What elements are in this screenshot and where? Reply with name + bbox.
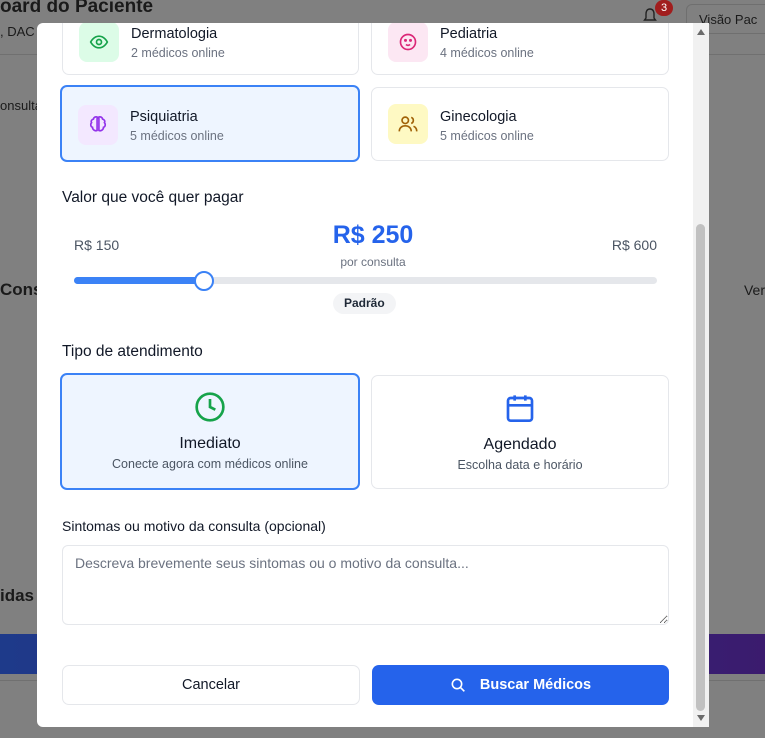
attendance-option-title: Agendado xyxy=(483,436,557,453)
price-slider-fill xyxy=(74,277,204,284)
brain-icon xyxy=(78,105,118,145)
scrollbar-thumb[interactable] xyxy=(696,224,705,711)
attendance-option-immediate[interactable]: Imediato Conecte agora com médicos onlin… xyxy=(60,373,360,490)
specialty-status: 2 médicos online xyxy=(131,46,225,60)
attendance-option-scheduled[interactable]: Agendado Escolha data e horário xyxy=(371,375,669,489)
page-title: oard do Paciente xyxy=(0,0,154,17)
attendance-option-title: Imediato xyxy=(179,435,241,452)
search-icon xyxy=(451,678,465,692)
symptoms-label: Sintomas ou motivo da consulta (opcional… xyxy=(62,518,326,534)
clock-icon xyxy=(62,391,358,423)
calendar-icon xyxy=(372,392,668,424)
attendance-option-desc: Escolha data e horário xyxy=(457,458,583,472)
eye-icon xyxy=(79,23,119,62)
price-value: R$ 250 xyxy=(332,221,414,249)
search-button-label: Buscar Médicos xyxy=(479,677,592,693)
consultation-modal: Dermatologia 2 médicos online Pediatria … xyxy=(37,23,709,727)
specialty-card-psiquiatria[interactable]: Psiquiatria 5 médicos online xyxy=(60,85,360,162)
specialty-name: Psiquiatria xyxy=(130,109,198,125)
price-max-label: R$ 600 xyxy=(611,237,657,253)
specialty-name: Pediatria xyxy=(440,26,498,42)
symptoms-textarea[interactable] xyxy=(62,545,669,625)
specialty-status: 5 médicos online xyxy=(440,129,534,143)
users-icon xyxy=(388,104,428,144)
specialty-status: 5 médicos online xyxy=(130,129,224,143)
price-tier-badge: Padrão xyxy=(333,293,396,314)
attendance-heading: Tipo de atendimento xyxy=(62,343,203,360)
background-view-link[interactable]: Ver xyxy=(744,282,765,298)
notification-badge: 3 xyxy=(655,0,673,16)
price-unit: por consulta xyxy=(340,255,406,269)
specialty-card-dermatologia[interactable]: Dermatologia 2 médicos online xyxy=(62,23,359,75)
scroll-down-arrow-icon[interactable] xyxy=(697,715,705,721)
page-subtitle: , DAC xyxy=(0,24,35,39)
specialty-card-pediatria[interactable]: Pediatria 4 médicos online xyxy=(371,23,669,75)
scroll-up-arrow-icon[interactable] xyxy=(697,29,705,35)
specialty-name: Dermatologia xyxy=(131,26,218,42)
cancel-button-label: Cancelar xyxy=(181,677,241,693)
cancel-button[interactable]: Cancelar xyxy=(62,665,360,705)
attendance-option-desc: Conecte agora com médicos online xyxy=(112,457,308,471)
background-text-consulta: onsulta xyxy=(0,98,42,113)
background-section-heading-2: idas xyxy=(0,586,35,605)
price-heading: Valor que você quer pagar xyxy=(62,189,244,206)
specialty-name: Ginecologia xyxy=(440,109,517,125)
baby-icon xyxy=(388,23,428,62)
specialty-status: 4 médicos online xyxy=(440,46,534,60)
search-doctors-button[interactable]: Buscar Médicos xyxy=(372,665,669,705)
specialty-card-ginecologia[interactable]: Ginecologia 5 médicos online xyxy=(371,87,669,161)
price-slider-handle[interactable] xyxy=(193,271,214,291)
modal-scrollbar[interactable] xyxy=(693,23,709,727)
price-slider[interactable] xyxy=(74,271,657,291)
